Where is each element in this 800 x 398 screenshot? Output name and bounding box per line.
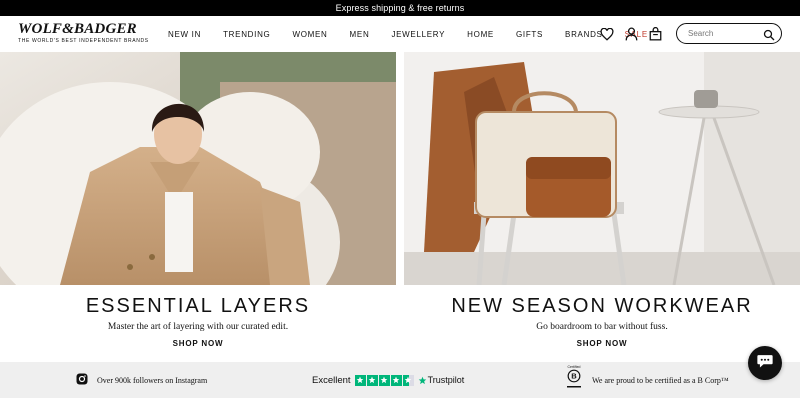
shop-now-link[interactable]: SHOP NOW — [173, 339, 224, 348]
nav-gifts[interactable]: GIFTS — [516, 30, 543, 39]
bcorp-trust-item[interactable]: Certified B We are proud to be certified… — [566, 362, 729, 398]
hero-subtitle: Master the art of layering with our cura… — [107, 322, 289, 332]
hero-subtitle: Go boardroom to bar without fuss. — [536, 322, 668, 332]
nav-jewellery[interactable]: JEWELLERY — [391, 30, 445, 39]
half-star-icon — [402, 374, 414, 386]
nav-trending[interactable]: TRENDING — [223, 30, 270, 39]
nav-men[interactable]: MEN — [350, 30, 370, 39]
trustpilot-stars — [354, 374, 414, 386]
nav-home[interactable]: HOME — [467, 30, 494, 39]
instagram-icon — [76, 373, 88, 387]
shop-now-link[interactable]: SHOP NOW — [577, 339, 628, 348]
search-box[interactable] — [676, 23, 782, 44]
star-icon — [378, 374, 390, 386]
announcement-bar: Express shipping & free returns — [0, 0, 800, 16]
trust-bar: Over 900k followers on Instagram Excelle… — [0, 362, 800, 398]
logo-wordmark: WOLF&BADGER — [18, 21, 137, 37]
nav-women[interactable]: WOMEN — [292, 30, 327, 39]
main-nav: NEW IN TRENDING WOMEN MEN JEWELLERY HOME… — [168, 16, 670, 52]
instagram-text: Over 900k followers on Instagram — [97, 375, 208, 385]
svg-text:B: B — [571, 372, 577, 381]
hero-caption-new-season-workwear: NEW SEASON WORKWEAR Go boardroom to bar … — [404, 293, 800, 351]
chat-button[interactable] — [748, 346, 782, 380]
chat-icon — [756, 353, 774, 374]
star-icon — [354, 374, 366, 386]
search-input[interactable] — [688, 29, 762, 38]
hero-caption-essential-layers: ESSENTIAL LAYERS Master the art of layer… — [0, 293, 396, 351]
trustpilot-widget[interactable]: Excellent Trustpilot — [312, 362, 464, 398]
logo-tagline: THE WORLD'S BEST INDEPENDENT BRANDS — [18, 38, 149, 44]
trustpilot-logo: Trustpilot — [418, 375, 465, 385]
site-header: WOLF&BADGER THE WORLD'S BEST INDEPENDENT… — [0, 16, 800, 52]
star-icon — [390, 374, 402, 386]
bag-icon[interactable] — [649, 27, 662, 41]
heart-icon[interactable] — [600, 27, 614, 41]
nav-brands[interactable]: BRANDS — [565, 30, 603, 39]
hero-image-essential-layers[interactable] — [0, 52, 396, 285]
user-icon[interactable] — [625, 27, 638, 41]
header-icons — [600, 25, 662, 43]
hero-title: NEW SEASON WORKWEAR — [451, 295, 753, 317]
logo[interactable]: WOLF&BADGER THE WORLD'S BEST INDEPENDENT… — [18, 21, 150, 44]
trustpilot-rating-label: Excellent — [312, 374, 351, 386]
star-icon — [366, 374, 378, 386]
trustpilot-star-icon — [418, 376, 426, 384]
hero-title: ESSENTIAL LAYERS — [85, 295, 311, 317]
nav-new-in[interactable]: NEW IN — [168, 30, 201, 39]
instagram-trust-item[interactable]: Over 900k followers on Instagram — [67, 362, 207, 398]
hero-image-new-season-workwear[interactable] — [404, 52, 800, 285]
announcement-text: Express shipping & free returns — [335, 3, 465, 13]
bcorp-text: We are proud to be certified as a B Corp… — [592, 375, 729, 385]
trustpilot-brand: Trustpilot — [427, 375, 465, 385]
search-icon[interactable] — [763, 28, 775, 46]
bcorp-icon: Certified B — [566, 365, 582, 395]
